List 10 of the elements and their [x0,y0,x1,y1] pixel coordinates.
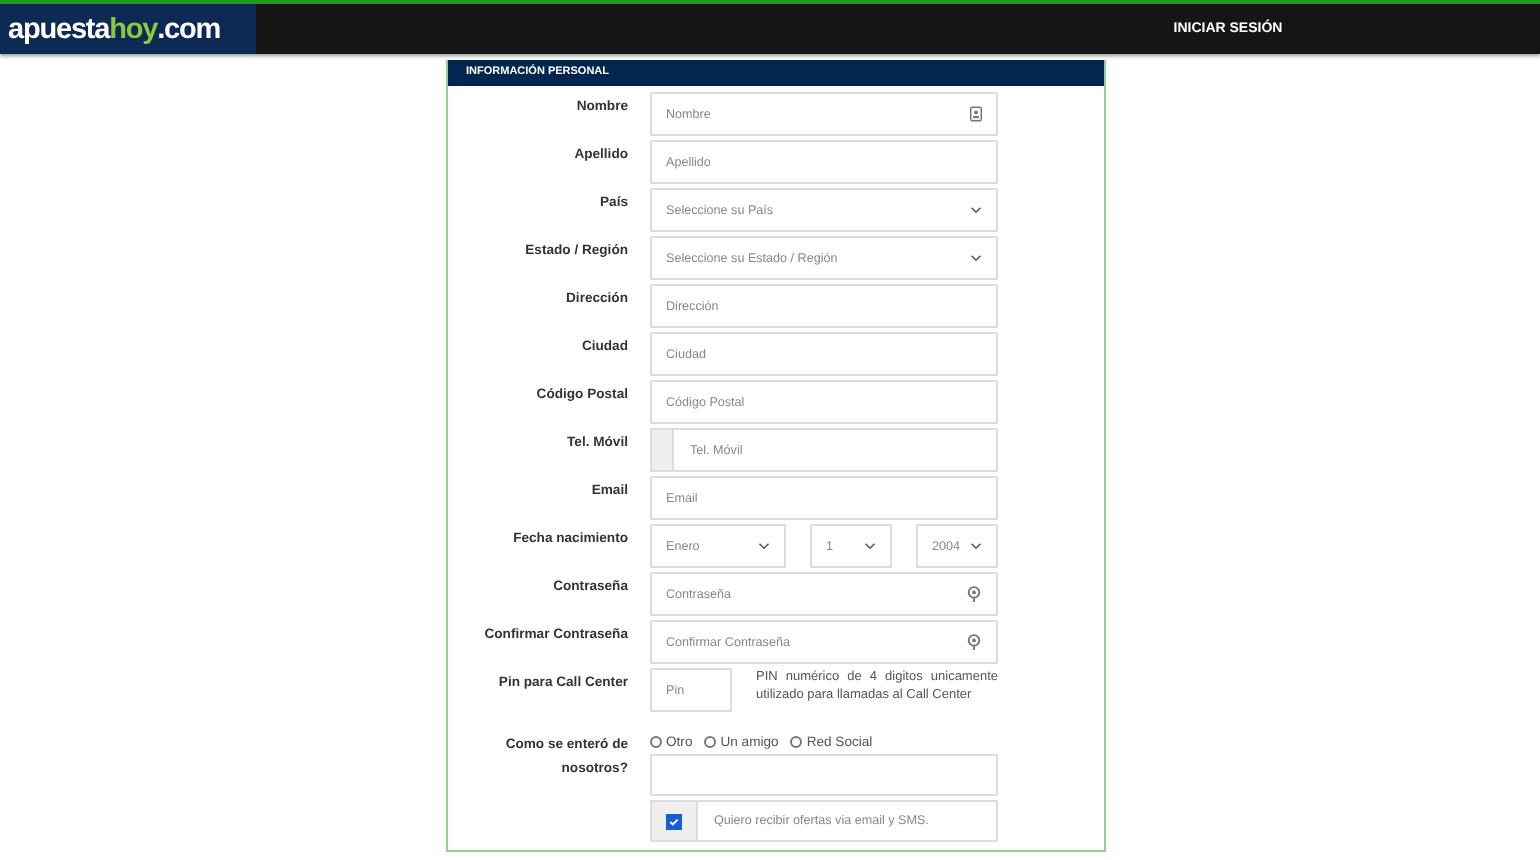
caret-icon [970,254,982,262]
caret-icon [864,542,876,550]
checkbox[interactable] [666,813,682,829]
contact-card-icon [970,106,982,122]
key-icon [966,586,982,602]
key-icon [966,634,982,650]
caret-icon [970,542,982,550]
caret-icon [758,542,770,550]
caret-icon [970,206,982,214]
logo[interactable]: apuestahoy.com [0,4,256,54]
